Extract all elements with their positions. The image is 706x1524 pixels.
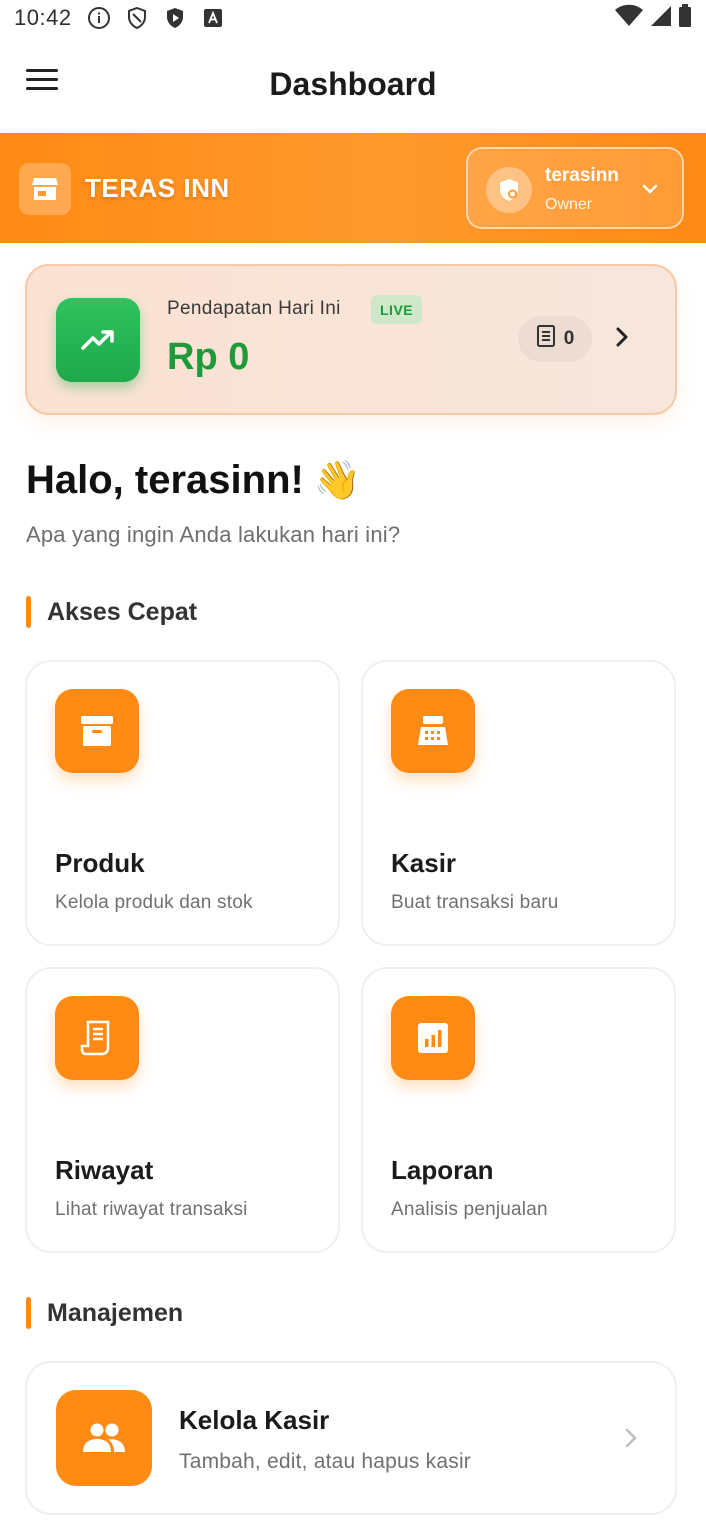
tile-description: Kelola produk dan stok (55, 892, 253, 913)
revenue-label: Pendapatan Hari Ini (167, 298, 341, 319)
play-protect-icon (162, 5, 188, 31)
today-revenue-card[interactable]: Pendapatan Hari Ini LIVE Rp 0 0 (25, 264, 677, 415)
trending-up-icon (56, 298, 140, 382)
item-title: Kelola Kasir (179, 1405, 330, 1435)
receipt-list-icon (536, 325, 556, 353)
transaction-count: 0 (563, 328, 575, 349)
admin-shield-icon (486, 167, 532, 213)
battery-icon (678, 4, 692, 33)
store-name: TERAS INN (85, 173, 230, 203)
kelola-kasir-item[interactable]: Kelola Kasir Tambah, edit, atau hapus ka… (25, 1361, 677, 1515)
greeting-title: Halo, terasinn! 👋 (26, 458, 361, 503)
font-icon (200, 5, 226, 31)
user-account-dropdown[interactable]: terasinn Owner (466, 147, 684, 229)
wifi-icon (614, 4, 644, 33)
revenue-value: Rp 0 (167, 336, 250, 378)
section-accent-bar (26, 1297, 31, 1329)
chevron-right-icon (624, 1427, 638, 1454)
tile-title: Produk (55, 848, 145, 878)
bar-chart-icon (391, 996, 475, 1080)
section-title: Manajemen (47, 1298, 184, 1327)
greeting-text: Halo, terasinn! (26, 458, 304, 502)
section-management: Manajemen (26, 1296, 183, 1330)
section-title: Akses Cepat (47, 597, 198, 626)
page-title: Dashboard (269, 66, 437, 102)
status-bar: 10:42 (0, 0, 706, 36)
store-icon (19, 163, 71, 215)
chevron-right-icon (615, 326, 629, 353)
section-quick-access: Akses Cepat (26, 595, 197, 629)
chevron-down-icon (642, 181, 658, 199)
cell-signal-icon (650, 4, 672, 33)
greeting-subtitle: Apa yang ingin Anda lakukan hari ini? (26, 522, 401, 547)
transaction-count-badge: 0 (518, 316, 592, 362)
tile-description: Buat transaksi baru (391, 892, 559, 913)
user-role: Owner (545, 196, 593, 213)
archive-box-icon (55, 689, 139, 773)
cash-register-icon (391, 689, 475, 773)
status-time: 10:42 (14, 5, 72, 30)
shield-icon (124, 5, 150, 31)
tile-riwayat[interactable]: Riwayat Lihat riwayat transaksi (25, 967, 340, 1253)
waving-hand-icon: 👋 (313, 460, 362, 502)
receipt-icon (55, 996, 139, 1080)
tile-title: Kasir (391, 848, 457, 878)
tile-produk[interactable]: Produk Kelola produk dan stok (25, 660, 340, 946)
user-name: terasinn (545, 165, 619, 186)
app-bar: Dashboard (0, 36, 706, 133)
tile-kasir[interactable]: Kasir Buat transaksi baru (361, 660, 676, 946)
tile-description: Lihat riwayat transaksi (55, 1199, 248, 1220)
tile-description: Analisis penjualan (391, 1199, 548, 1220)
tile-laporan[interactable]: Laporan Analisis penjualan (361, 967, 676, 1253)
people-icon (56, 1390, 152, 1486)
info-icon (86, 5, 112, 31)
section-accent-bar (26, 596, 31, 628)
store-header: TERAS INN terasinn Owner (0, 133, 706, 243)
item-description: Tambah, edit, atau hapus kasir (179, 1450, 472, 1473)
live-badge: LIVE (371, 295, 423, 324)
tile-title: Riwayat (55, 1155, 154, 1185)
tile-title: Laporan (391, 1155, 494, 1185)
